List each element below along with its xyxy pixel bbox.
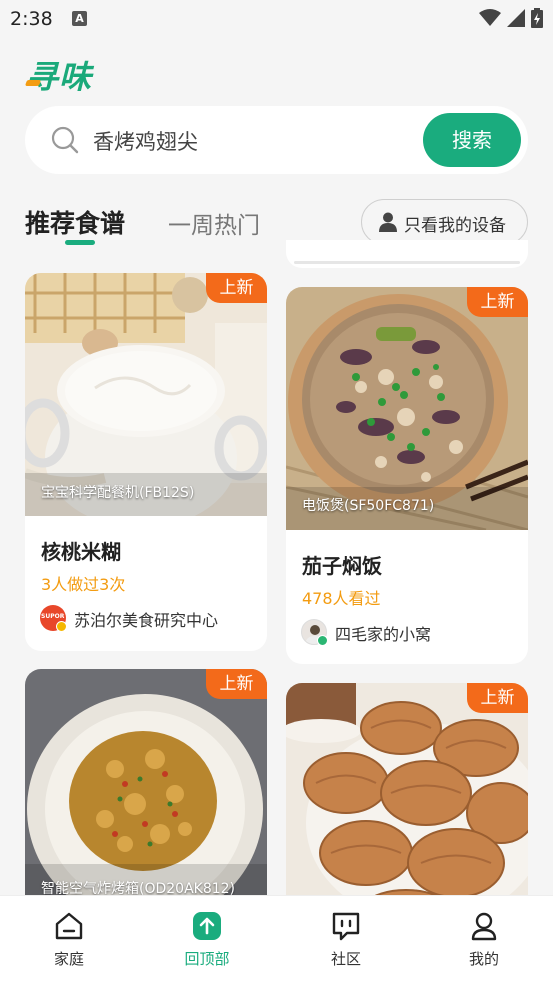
bottom-nav: 家庭 回顶部 社区 我的 <box>0 895 553 984</box>
status-bar: 2:38 A <box>0 0 553 40</box>
device-tag: 宝宝科学配餐机(FB12S) <box>41 485 195 501</box>
back-to-top-icon <box>193 912 221 940</box>
recipe-image <box>286 287 528 530</box>
person-icon <box>379 212 397 232</box>
signal-icon <box>507 9 525 27</box>
recipe-card[interactable]: 上新 智能空气炸烤箱(OD20AK812) <box>25 669 267 929</box>
recipe-stat: 3人做过3次 <box>41 575 126 594</box>
tab-recommended[interactable]: 推荐食谱 <box>25 204 125 240</box>
search-icon <box>51 126 79 154</box>
nav-profile[interactable]: 我的 <box>444 910 524 969</box>
profile-icon <box>471 912 497 941</box>
wifi-icon <box>479 9 501 26</box>
nav-community-label: 社区 <box>330 950 361 968</box>
search-input[interactable]: 香烤鸡翅尖 <box>93 126 198 156</box>
nav-community[interactable]: 社区 <box>306 910 386 969</box>
recipe-stat: 478人看过 <box>302 589 381 608</box>
nav-home-label: 家庭 <box>53 950 84 968</box>
search-bar[interactable]: 香烤鸡翅尖 搜索 <box>25 106 528 174</box>
my-devices-filter-label: 只看我的设备 <box>404 216 506 236</box>
my-devices-filter-button[interactable]: 只看我的设备 <box>361 199 528 245</box>
recipe-title: 核桃米糊 <box>41 540 121 564</box>
avatar-brand-text: SUPOR <box>41 613 65 620</box>
notification-icon: A <box>72 11 87 26</box>
status-icons <box>479 8 543 28</box>
verified-icon <box>56 621 67 632</box>
tab-weekly-hot[interactable]: 一周热门 <box>168 206 260 240</box>
search-button[interactable]: 搜索 <box>423 113 521 167</box>
battery-icon <box>531 8 543 28</box>
home-icon <box>55 912 83 940</box>
nav-back-to-top[interactable]: 回顶部 <box>167 910 247 969</box>
recipe-card[interactable]: 上新 电饭煲(SF50FC871) 茄子焖饭 478人看过 四毛家的小窝 <box>286 287 528 664</box>
recipe-card[interactable]: 上新 宝宝科学配餐机(FB12S) 核桃米糊 3人做过3次 SUPOR 苏泊尔美… <box>25 273 267 651</box>
nav-home[interactable]: 家庭 <box>29 910 109 969</box>
tab-indicator <box>65 240 95 245</box>
nav-back-to-top-label: 回顶部 <box>184 950 230 968</box>
new-badge: 上新 <box>206 273 267 303</box>
app-logo: 寻味 <box>26 58 93 96</box>
new-badge: 上新 <box>206 669 267 699</box>
logo-accent <box>24 80 42 86</box>
community-icon <box>332 912 360 941</box>
new-badge: 上新 <box>467 287 528 317</box>
new-badge: 上新 <box>467 683 528 713</box>
status-time: 2:38 <box>10 8 53 30</box>
author-name: 四毛家的小窝 <box>335 625 432 644</box>
recipe-card-partial[interactable] <box>286 240 528 268</box>
recipe-title: 茄子焖饭 <box>302 554 382 578</box>
verified-icon <box>317 635 328 646</box>
nav-profile-label: 我的 <box>468 950 499 968</box>
recipe-image <box>25 273 267 516</box>
author-name: 苏泊尔美食研究中心 <box>74 611 219 630</box>
device-tag: 电饭煲(SF50FC871) <box>302 498 435 514</box>
